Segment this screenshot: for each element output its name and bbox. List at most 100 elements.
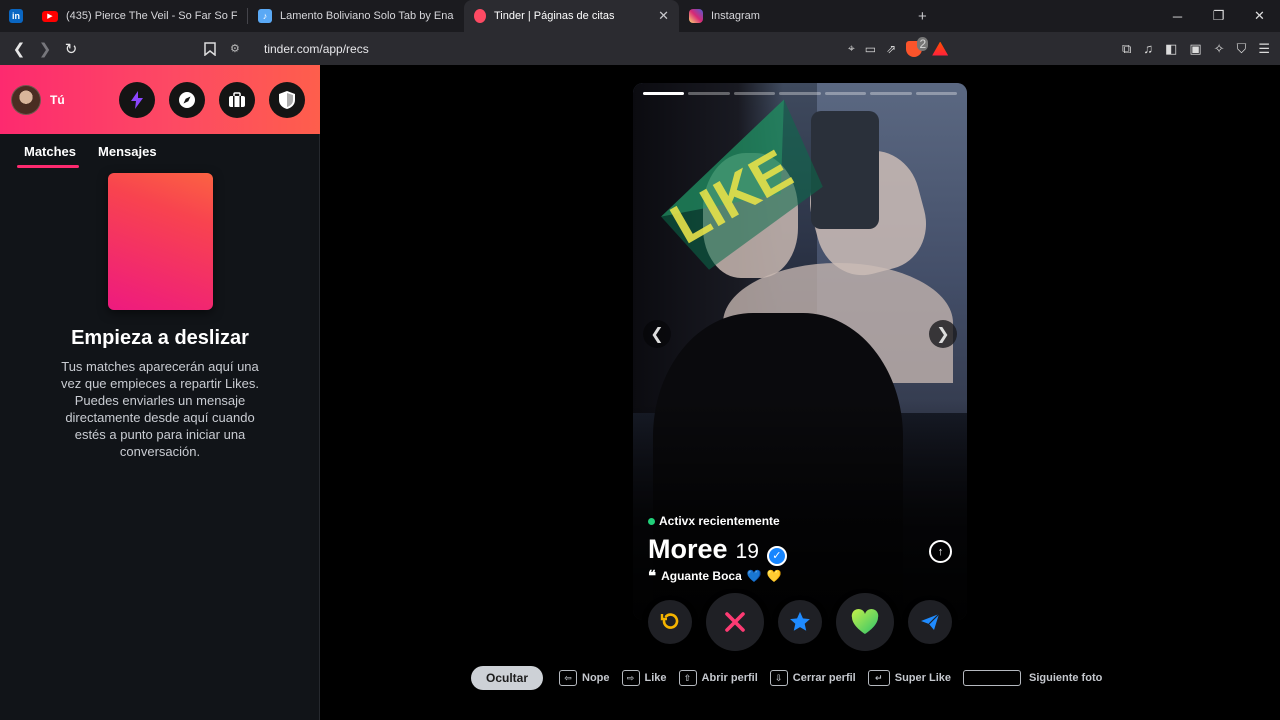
restore-icon[interactable]: ❐ xyxy=(1198,0,1239,32)
super-like-button[interactable] xyxy=(778,600,822,644)
sidebar-toggle-icon[interactable]: ◧ xyxy=(1165,41,1177,57)
bio-text: Aguante Boca xyxy=(661,569,742,583)
leo-ai-icon[interactable]: ✧ xyxy=(1214,41,1225,57)
photo-progress-segment xyxy=(643,92,685,95)
quote-icon: ❝ xyxy=(648,567,657,585)
shortcut-nope: ⇦ Nope xyxy=(559,670,610,686)
boost-button[interactable] xyxy=(119,82,155,118)
tab-instagram[interactable]: Instagram xyxy=(679,0,879,32)
empty-state-text: Tus matches aparecerán aquí una vez que … xyxy=(61,359,259,459)
back-icon[interactable]: ❮ xyxy=(6,36,32,62)
brave-rewards-icon[interactable]: 1 xyxy=(932,41,949,56)
url-text[interactable]: tinder.com/app/recs xyxy=(264,42,369,56)
browser-toolbar: ❮ ❯ ↻ ⚙ tinder.com/app/recs ⌖ ▭ ⇗ 2 1 ⧉ … xyxy=(0,32,1280,65)
sidebar-header: Tú xyxy=(0,65,320,134)
minimize-icon[interactable]: ─ xyxy=(1157,0,1198,32)
media-icon[interactable]: ♫ xyxy=(1143,41,1153,56)
arrow-down-key-icon: ⇩ xyxy=(769,670,788,686)
hide-shortcuts-button[interactable]: Ocultar xyxy=(471,666,544,690)
online-dot-icon xyxy=(648,517,655,525)
reload-icon[interactable]: ↻ xyxy=(58,36,84,62)
heart-icon xyxy=(851,609,879,634)
activity-status: Activx recientemente xyxy=(648,514,780,528)
blue-heart-icon: 💙 xyxy=(746,569,762,583)
linkedin-icon: in xyxy=(9,9,23,23)
compass-icon xyxy=(179,92,195,108)
close-tab-icon[interactable]: ✕ xyxy=(658,8,669,24)
keyboard-shortcuts-bar: Ocultar ⇦ Nope ⇨ Like ⇧ Abrir perfil ⇩ C… xyxy=(471,666,1114,690)
profile-card[interactable]: LIKE ❮ ❯ Activx recientemente Moree 19 ✓… xyxy=(633,83,967,620)
shield-icon xyxy=(279,91,295,109)
menu-icon[interactable]: ☰ xyxy=(1258,41,1270,57)
photo-progress-segment xyxy=(915,92,957,95)
site-settings-icon[interactable]: ⚙ xyxy=(230,42,250,55)
sidebar-tabs: Matches Mensajes xyxy=(0,134,319,168)
profile-age: 19 xyxy=(735,540,759,563)
verified-check-icon: ✓ xyxy=(766,545,787,566)
send-message-button[interactable] xyxy=(908,600,952,644)
nope-button[interactable] xyxy=(706,593,764,651)
forward-icon[interactable]: ❯ xyxy=(32,36,58,62)
empty-matches-illustration xyxy=(108,173,213,310)
window-controls: ─ ❐ ✕ xyxy=(1157,0,1280,32)
cast-icon[interactable]: ▭ xyxy=(865,42,876,56)
close-icon xyxy=(725,612,745,632)
profile-name: Moree xyxy=(648,534,728,564)
tab-messages[interactable]: Mensajes xyxy=(98,144,157,165)
yellow-heart-icon: 💛 xyxy=(766,569,782,583)
tab-title: (435) Pierce The Veil - So Far So Fake xyxy=(66,10,237,22)
tab-tinder[interactable]: Tinder | Páginas de citas ✕ xyxy=(464,0,679,32)
avatar[interactable] xyxy=(11,84,41,115)
open-profile-button[interactable]: ↑ xyxy=(929,540,952,563)
swipe-actions xyxy=(648,593,958,651)
tab-matches[interactable]: Matches xyxy=(16,144,80,168)
location-icon[interactable]: ⌖ xyxy=(848,41,855,56)
pinned-tab-linkedin[interactable]: in xyxy=(0,0,32,32)
tab-youtube[interactable]: ▶ (435) Pierce The Veil - So Far So Fake xyxy=(32,0,247,32)
tab-title: Tinder | Páginas de citas xyxy=(494,10,615,22)
star-icon xyxy=(790,611,810,631)
photo-progress-segment xyxy=(688,92,730,95)
close-window-icon[interactable]: ✕ xyxy=(1239,0,1280,32)
work-mode-button[interactable] xyxy=(219,82,255,118)
paper-plane-icon xyxy=(921,613,940,630)
profile-bio: ❝ Aguante Boca 💙 💛 xyxy=(648,567,782,585)
songsterr-icon: ♪ xyxy=(258,9,272,23)
vpn-icon[interactable]: ⛉ xyxy=(1237,41,1247,57)
profile-label[interactable]: Tú xyxy=(50,93,65,107)
space-key-icon xyxy=(963,670,1021,686)
tab-songsterr[interactable]: ♪ Lamento Boliviano Solo Tab by Enanit xyxy=(248,0,464,32)
safety-button[interactable] xyxy=(269,82,305,118)
shortcut-close-profile: ⇩ Cerrar perfil xyxy=(769,670,856,686)
wallet-icon[interactable]: ▣ xyxy=(1189,41,1201,57)
lightning-icon xyxy=(131,91,143,109)
share-icon[interactable]: ⇗ xyxy=(886,42,896,56)
instagram-icon xyxy=(689,9,703,23)
photo-progress-segment xyxy=(824,92,867,95)
photo-progress-segment xyxy=(870,92,912,95)
brave-shields-icon[interactable]: 2 xyxy=(906,36,929,57)
enter-key-icon: ↵ xyxy=(867,670,890,686)
shortcut-super-like: ↵ Super Like xyxy=(867,670,951,686)
briefcase-icon xyxy=(229,92,245,107)
tinder-icon xyxy=(474,9,486,23)
tab-title: Lamento Boliviano Solo Tab by Enanit xyxy=(280,10,454,22)
rewind-icon xyxy=(660,613,679,629)
new-tab-button[interactable]: + xyxy=(918,8,927,25)
like-button[interactable] xyxy=(836,593,894,651)
profile-name-row: Moree 19 ✓ xyxy=(648,534,787,566)
next-photo-button[interactable]: ❯ xyxy=(929,320,957,348)
previous-photo-button[interactable]: ❮ xyxy=(643,320,671,348)
photo-progress-bars xyxy=(643,92,957,95)
youtube-icon: ▶ xyxy=(42,10,58,22)
extensions-area: ⧉ ♫ ◧ ▣ ✧ ⛉ ☰ xyxy=(1122,36,1270,61)
matches-sidebar: Tú Matches Mensajes Empieza a deslizar T… xyxy=(0,65,320,720)
activity-text: Activx recientemente xyxy=(659,514,780,528)
arrow-left-key-icon: ⇦ xyxy=(559,670,578,686)
rewind-button[interactable] xyxy=(648,600,692,644)
shortcut-open-profile: ⇧ Abrir perfil xyxy=(678,670,758,686)
explore-button[interactable] xyxy=(169,82,205,118)
arrow-right-key-icon: ⇨ xyxy=(621,670,640,686)
bookmark-icon[interactable] xyxy=(197,36,223,62)
reader-icon[interactable]: ⧉ xyxy=(1122,41,1131,57)
